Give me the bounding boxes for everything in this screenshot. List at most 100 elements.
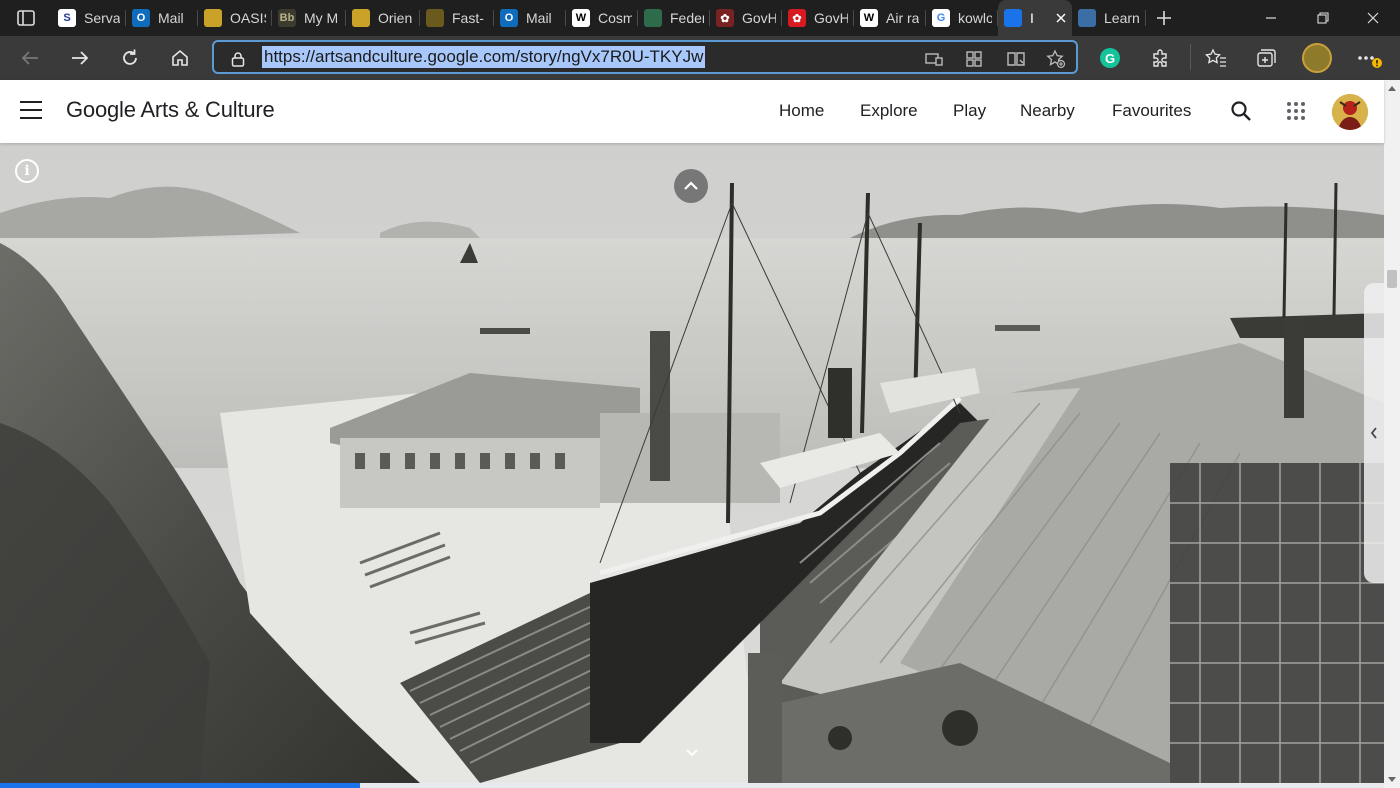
learn-icon xyxy=(1078,9,1096,27)
arrow-right-icon xyxy=(72,51,89,65)
wikipedia-icon: W xyxy=(572,9,590,27)
browser-tab[interactable]: Orien xyxy=(346,0,420,36)
close-tab-icon[interactable] xyxy=(1056,10,1066,26)
scroll-down-arrow-icon[interactable] xyxy=(1388,777,1396,782)
restore-icon xyxy=(1317,12,1329,24)
tab-title: GovH xyxy=(742,10,776,26)
tab-title: Mail xyxy=(158,10,184,26)
close-icon xyxy=(1367,12,1379,24)
chevron-left-icon xyxy=(1370,427,1377,439)
browser-tab[interactable]: ✿ GovH xyxy=(782,0,854,36)
refresh-button[interactable] xyxy=(110,38,150,78)
settings-more-button[interactable] xyxy=(1356,48,1382,73)
tab-title: Air ra xyxy=(886,10,920,26)
menu-icon xyxy=(20,101,42,103)
tab-title: GovH xyxy=(814,10,848,26)
minimize-icon xyxy=(1266,17,1276,19)
previous-slide-button[interactable] xyxy=(674,169,708,203)
apps-grid-icon xyxy=(1287,102,1305,120)
browser-tab[interactable]: Bb My M xyxy=(272,0,346,36)
restore-button[interactable] xyxy=(1296,0,1350,36)
tab-title: Feder xyxy=(670,10,704,26)
forward-button[interactable] xyxy=(60,38,100,78)
plus-icon xyxy=(1157,11,1171,25)
arrow-left-icon xyxy=(21,51,38,65)
address-bar[interactable]: https://artsandculture.google.com/story/… xyxy=(212,40,1078,74)
s-icon: S xyxy=(58,9,76,27)
browser-tab-strip: S Serva O Mail OASIS Bb My M Orien Fast- O Mail W Co… xyxy=(0,0,1400,36)
tab-title: Mail xyxy=(526,10,552,26)
extensions-puzzle-icon[interactable] xyxy=(1150,48,1170,73)
nav-explore[interactable]: Explore xyxy=(860,101,918,121)
chevron-up-icon xyxy=(684,181,698,190)
tab-title: OASIS xyxy=(230,10,266,26)
browser-tab[interactable]: Fast- xyxy=(420,0,494,36)
app-available-icon[interactable] xyxy=(924,49,944,69)
browser-tab[interactable]: Feder xyxy=(638,0,710,36)
tab-title: My M xyxy=(304,10,339,26)
refresh-icon xyxy=(123,49,137,65)
lock-icon[interactable] xyxy=(228,49,248,69)
bauhinia-icon: ✿ xyxy=(788,9,806,27)
site-header: Google Arts & Culture Home Explore Play … xyxy=(0,80,1384,143)
shield-icon xyxy=(204,9,222,27)
browser-tab[interactable]: Gkowlo xyxy=(926,0,998,36)
site-logo[interactable]: Google Arts & Culture xyxy=(66,97,275,123)
tab-title: Cosm xyxy=(598,10,632,26)
grammarly-extension-icon[interactable]: G xyxy=(1100,48,1120,68)
browser-tab[interactable]: OASIS xyxy=(198,0,272,36)
browser-tab[interactable]: O Mail xyxy=(126,0,198,36)
browser-tab[interactable]: I xyxy=(998,0,1072,36)
tab-title: kowlo xyxy=(958,10,992,26)
nav-favourites[interactable]: Favourites xyxy=(1112,101,1191,121)
story-photo[interactable]: i xyxy=(0,143,1384,783)
profile-avatar[interactable] xyxy=(1302,43,1332,73)
blackboard-icon: Bb xyxy=(278,9,296,27)
url-text[interactable]: https://artsandculture.google.com/story/… xyxy=(262,46,706,68)
browser-tab[interactable]: S Serva xyxy=(52,0,126,36)
arts-culture-icon xyxy=(1004,9,1022,27)
nav-home[interactable]: Home xyxy=(779,101,824,121)
browser-tab[interactable]: ✿ GovH xyxy=(710,0,782,36)
immersive-reader-icon[interactable] xyxy=(1006,49,1026,69)
close-window-button[interactable] xyxy=(1346,0,1400,36)
shield-icon xyxy=(352,9,370,27)
extensions-grid-icon[interactable] xyxy=(964,49,984,69)
nav-play[interactable]: Play xyxy=(953,101,986,121)
home-icon xyxy=(172,49,188,66)
favourites-bar-icon[interactable] xyxy=(1204,48,1227,73)
browser-tab[interactable]: W Air ra xyxy=(854,0,926,36)
next-slide-button[interactable] xyxy=(682,743,702,763)
outlook-icon: O xyxy=(132,9,150,27)
info-icon: i xyxy=(24,163,30,179)
back-button[interactable] xyxy=(10,38,50,78)
story-progress-fill xyxy=(0,783,360,788)
nav-nearby[interactable]: Nearby xyxy=(1020,101,1075,121)
side-panel-handle[interactable] xyxy=(1364,283,1384,583)
globe-icon xyxy=(644,9,662,27)
shield-icon xyxy=(426,9,444,27)
search-icon xyxy=(1231,101,1251,121)
collections-icon[interactable] xyxy=(1255,48,1277,73)
search-button[interactable] xyxy=(1228,98,1254,124)
google-apps-button[interactable] xyxy=(1283,98,1309,124)
story-progress-bar xyxy=(0,783,1384,788)
tab-actions-button[interactable] xyxy=(0,0,52,36)
scroll-up-arrow-icon[interactable] xyxy=(1388,86,1396,91)
google-icon: G xyxy=(932,9,950,27)
main-menu-button[interactable] xyxy=(20,101,42,119)
tab-title: Fast- xyxy=(452,10,484,26)
minimize-button[interactable] xyxy=(1244,0,1298,36)
info-button[interactable]: i xyxy=(15,159,39,183)
browser-tab[interactable]: Learn xyxy=(1072,0,1146,36)
bauhinia-icon: ✿ xyxy=(716,9,734,27)
browser-tab[interactable]: O Mail xyxy=(494,0,566,36)
account-avatar[interactable] xyxy=(1332,94,1368,130)
home-button[interactable] xyxy=(160,38,200,78)
page-scrollbar[interactable] xyxy=(1384,80,1400,788)
scrollbar-thumb[interactable] xyxy=(1387,270,1397,288)
browser-tab[interactable]: W Cosm xyxy=(566,0,638,36)
add-favourite-icon[interactable] xyxy=(1046,49,1066,69)
tab-title: I xyxy=(1030,10,1034,26)
new-tab-button[interactable] xyxy=(1146,0,1182,36)
